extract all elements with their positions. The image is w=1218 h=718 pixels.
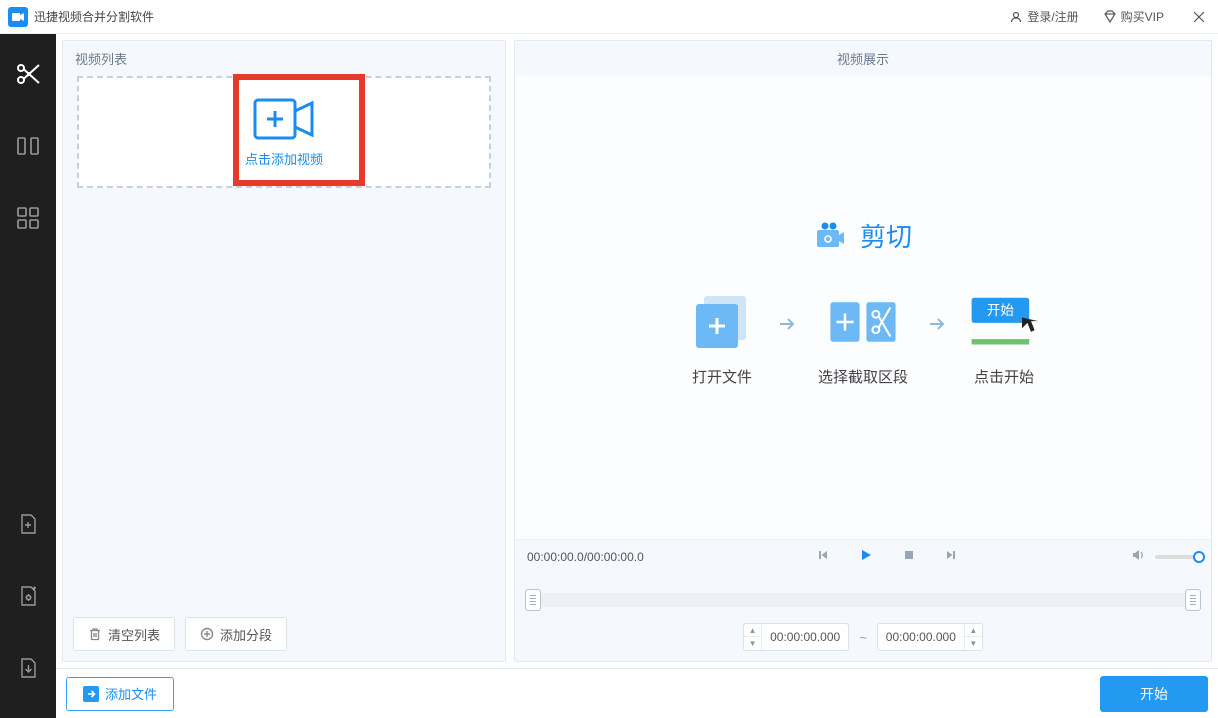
end-time-value: 00:00:00.000 [878,630,964,644]
login-label: 登录/注册 [1027,8,1078,25]
steps-row: 打开文件 选择截取区段 [686,294,1040,387]
dropzone-label: 点击添加视频 [245,149,323,168]
add-file-button[interactable]: 添加文件 [66,677,174,711]
start-button[interactable]: 开始 [1100,676,1208,712]
diamond-icon [1103,10,1117,24]
next-frame-button[interactable] [945,549,957,564]
start-button-graphic: 开始 [968,293,1040,351]
open-file-icon [690,293,754,351]
range-handle-start[interactable] [525,589,541,611]
start-time-input[interactable]: ▲▼ 00:00:00.000 [743,623,849,651]
add-segment-label: 添加分段 [220,625,272,644]
range-handle-end[interactable] [1185,589,1201,611]
timeline-area: 00:00:00.0/00:00:00.0 [515,539,1211,661]
camera-icon [814,220,846,250]
step-open-file: 打开文件 [686,294,758,387]
close-button[interactable] [1188,6,1210,28]
preview-panel: 视频展示 剪切 打开文件 [514,40,1212,662]
stop-icon [903,549,915,561]
sidebar-split[interactable] [6,124,50,168]
file-download-icon [17,657,39,679]
preview-header: 视频展示 [515,41,1211,76]
close-icon [1193,11,1205,23]
range-slider[interactable] [527,593,1199,607]
step-forward-icon [945,549,957,561]
sidebar-add-file[interactable] [6,502,50,546]
step1-label: 打开文件 [692,366,752,387]
end-time-input[interactable]: 00:00:00.000 ▲▼ [877,623,983,651]
spin-down[interactable]: ▼ [965,637,982,650]
split-icon [16,134,40,158]
sidebar [0,34,56,718]
arrow-right-box-icon [83,686,99,702]
step2-label: 选择截取区段 [818,366,908,387]
bottom-bar: 添加文件 开始 [56,668,1218,718]
add-video-dropzone[interactable]: 点击添加视频 [77,76,491,188]
vip-label: 购买VIP [1121,8,1164,25]
add-segment-button[interactable]: 添加分段 [185,617,287,651]
arrow-icon [778,316,798,335]
stop-button[interactable] [903,549,915,564]
clear-label: 清空列表 [108,625,160,644]
step-back-icon [817,549,829,561]
preview-title-row: 剪切 [814,217,912,254]
volume-button[interactable] [1131,548,1145,565]
user-icon [1009,10,1023,24]
login-button[interactable]: 登录/注册 [1009,8,1078,25]
video-list-panel: 视频列表 点击添加视频 清空列表 添加分段 [62,40,506,662]
volume-slider[interactable] [1155,555,1199,559]
arrow-icon [928,316,948,335]
select-range-icon [827,295,899,349]
buy-vip-button[interactable]: 购买VIP [1103,8,1164,25]
play-icon [859,548,873,562]
add-video-icon [252,97,316,141]
spin-up[interactable]: ▲ [744,624,761,637]
svg-text:开始: 开始 [987,302,1014,317]
list-header: 视频列表 [63,41,505,76]
plus-circle-icon [200,627,214,641]
step-click-start: 开始 点击开始 [968,294,1040,387]
spin-up[interactable]: ▲ [965,624,982,637]
file-gear-icon [17,585,39,607]
step-select-range: 选择截取区段 [818,294,908,387]
scissors-icon [15,61,41,87]
clear-list-button[interactable]: 清空列表 [73,617,175,651]
titlebar: 迅捷视频合并分割软件 登录/注册 购买VIP [0,0,1218,34]
app-title: 迅捷视频合并分割软件 [34,8,154,25]
trash-icon [88,627,102,641]
volume-icon [1131,548,1145,562]
file-plus-icon [17,513,39,535]
sidebar-cut[interactable] [6,52,50,96]
range-separator: ~ [859,630,867,645]
start-time-value: 00:00:00.000 [762,630,848,644]
sidebar-settings-file[interactable] [6,574,50,618]
play-button[interactable] [859,548,873,565]
grid-icon [17,207,39,229]
prev-frame-button[interactable] [817,549,829,564]
step3-label: 点击开始 [974,366,1034,387]
sidebar-export[interactable] [6,646,50,690]
start-label: 开始 [1140,684,1168,704]
sidebar-grid[interactable] [6,196,50,240]
spin-down[interactable]: ▼ [744,637,761,650]
preview-title-text: 剪切 [860,217,912,254]
time-display: 00:00:00.0/00:00:00.0 [527,550,644,564]
add-file-label: 添加文件 [105,684,157,703]
app-logo [8,7,28,27]
